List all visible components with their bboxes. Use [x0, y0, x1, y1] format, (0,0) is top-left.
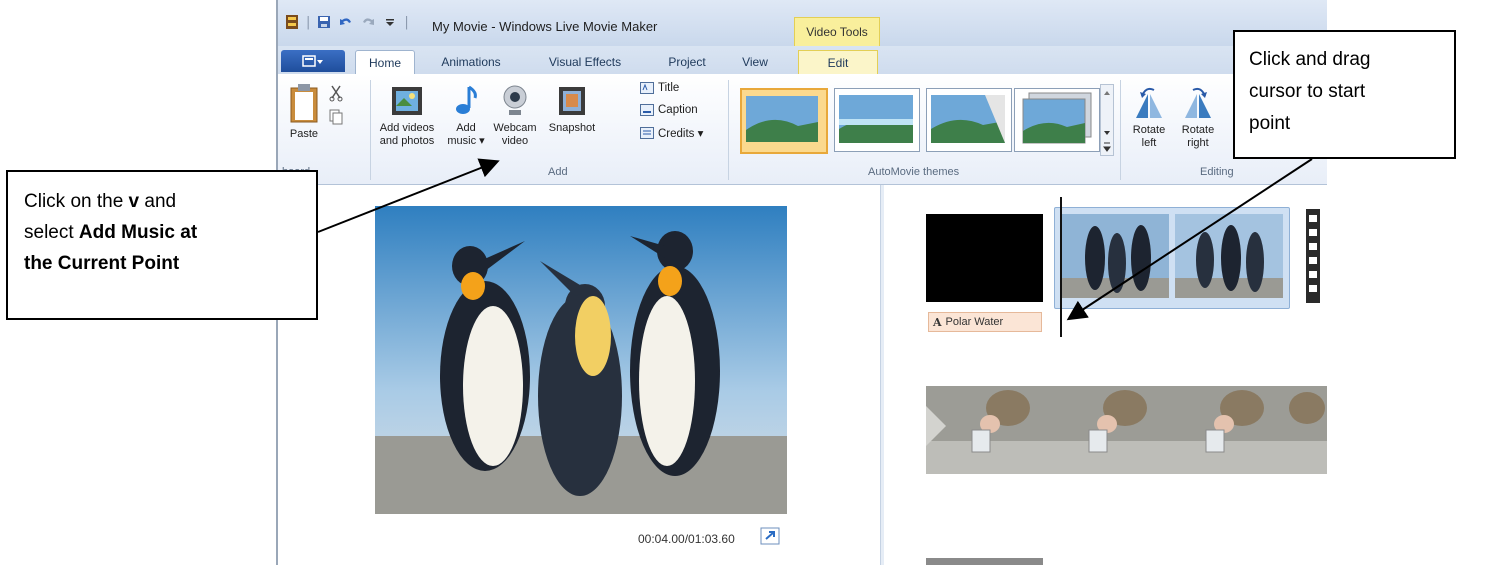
film-photo-icon: [392, 87, 422, 115]
caption-item[interactable]: A Polar Water: [928, 312, 1042, 332]
caption-text-icon: A: [933, 315, 942, 329]
instruction-callout-add-music: Click on the v and select Add Music at t…: [6, 170, 318, 320]
playback-cursor[interactable]: [1060, 197, 1062, 337]
rotate-left-icon: [1136, 87, 1162, 118]
application-menu-button[interactable]: [281, 50, 345, 72]
ribbon-tab-row: Home Animations Visual Effects Project V…: [278, 46, 1327, 75]
storyboard-pane: A Polar Water: [884, 185, 1327, 565]
add-videos-photos-button[interactable]: Add videos and photos: [372, 84, 442, 148]
hands-video-clip[interactable]: [926, 386, 1327, 474]
save-icon[interactable]: [316, 14, 332, 30]
snapshot-icon: [559, 87, 585, 115]
clipboard-icon: [290, 84, 318, 123]
rotate-right-button[interactable]: Rotate right: [1176, 84, 1220, 150]
filmstrip-icon: [1306, 209, 1320, 303]
theme-fade[interactable]: [926, 88, 1012, 152]
title-bar: | | My Movie - Windows Live Movie Maker …: [278, 0, 1327, 46]
rotate-left-button[interactable]: Rotate left: [1128, 84, 1170, 150]
window-title: My Movie - Windows Live Movie Maker: [432, 19, 658, 34]
credits-icon: [640, 127, 654, 139]
caption-button[interactable]: Caption: [640, 104, 698, 116]
cut-icon[interactable]: [328, 84, 344, 102]
playback-timecode: 00:04.00/01:03.60: [638, 532, 735, 546]
tab-view[interactable]: View: [730, 50, 780, 74]
music-note-icon: [456, 85, 477, 114]
instruction-callout-cursor: Click and drag cursor to start point: [1233, 30, 1456, 159]
theme-thumbnail: [1022, 92, 1092, 144]
customize-toolbar-icon[interactable]: [382, 14, 398, 30]
webcam-video-button[interactable]: Webcam video: [490, 84, 540, 148]
tab-visual-effects[interactable]: Visual Effects: [534, 50, 636, 74]
redo-icon[interactable]: [360, 14, 376, 30]
webcam-icon: [503, 85, 527, 115]
themes-scroll-arrows-icon: [1103, 91, 1111, 152]
snapshot-button[interactable]: Snapshot: [544, 84, 600, 135]
caption-text: Polar Water: [945, 316, 1004, 328]
clip-thumbnails: [1061, 214, 1283, 298]
undo-icon[interactable]: [338, 14, 354, 30]
clip-frame: [1160, 386, 1277, 474]
preview-pane: 00:04.00/01:03.60: [278, 185, 880, 565]
tab-home[interactable]: Home: [355, 50, 415, 75]
tab-project[interactable]: Project: [652, 50, 722, 74]
separator: [370, 80, 371, 180]
preview-image-penguins: [375, 206, 787, 514]
title-clip-black[interactable]: [926, 214, 1043, 302]
ribbon: Paste board Add videos and photos Add mu…: [278, 74, 1327, 185]
separator: [728, 80, 729, 180]
menu-icon: [302, 55, 323, 67]
add-music-dropdown[interactable]: music ▾: [446, 135, 486, 148]
video-tools-contextual-tab: Video Tools: [794, 17, 880, 46]
clip-frame: [1043, 386, 1160, 474]
paste-button[interactable]: Paste: [284, 82, 324, 141]
theme-thumbnail: [746, 96, 818, 142]
copy-icon[interactable]: [328, 108, 344, 126]
app-icon[interactable]: [284, 14, 300, 30]
title-icon: [640, 82, 654, 94]
theme-contemporary[interactable]: [834, 88, 920, 152]
expand-preview-icon[interactable]: [760, 527, 780, 545]
clip-frame: [926, 386, 1043, 474]
movie-maker-window: | | My Movie - Windows Live Movie Maker …: [276, 0, 1327, 565]
add-music-button[interactable]: Add music ▾: [446, 84, 486, 148]
tab-animations[interactable]: Animations: [426, 50, 516, 74]
separator: [1120, 80, 1121, 180]
penguin-video-clip[interactable]: [1054, 207, 1290, 309]
title-button[interactable]: Title: [640, 82, 679, 94]
rotate-right-icon: [1185, 87, 1211, 118]
caption-icon: [640, 104, 654, 116]
partial-clip[interactable]: [926, 558, 1043, 565]
quick-access-toolbar: | |: [284, 14, 409, 30]
theme-thumbnail: [931, 95, 1005, 143]
tab-edit[interactable]: Edit: [798, 50, 878, 75]
credits-button[interactable]: Credits ▾: [640, 126, 703, 140]
clip-frame: [1277, 386, 1327, 474]
themes-scrollbar[interactable]: [1100, 84, 1114, 156]
theme-thumbnail: [839, 95, 913, 143]
editing-group-label: Editing: [1200, 166, 1234, 178]
themes-group-label: AutoMovie themes: [868, 166, 960, 178]
theme-default[interactable]: [740, 88, 828, 154]
add-group-label: Add: [548, 166, 568, 178]
theme-pan-zoom[interactable]: [1014, 88, 1100, 152]
